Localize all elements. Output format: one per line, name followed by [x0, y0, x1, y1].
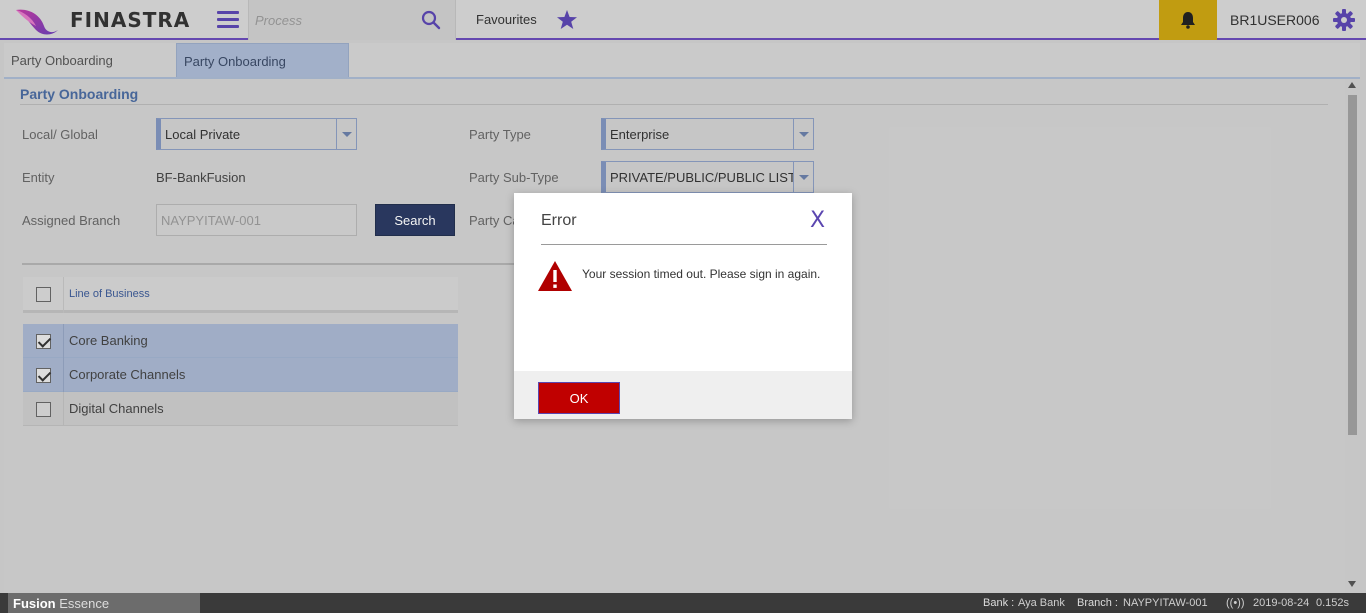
dialog-footer: OK — [514, 371, 852, 419]
dialog-message: Your session timed out. Please sign in a… — [582, 267, 821, 281]
status-date: 2019-08-24 — [1253, 597, 1310, 609]
error-dialog: Error X Your session timed out. Please s… — [514, 193, 852, 419]
bank-value: Aya Bank — [1018, 597, 1065, 609]
signal-icon: ((•)) — [1226, 597, 1245, 609]
product-name-bold: Fusion — [13, 596, 56, 611]
close-icon[interactable]: X — [810, 209, 830, 233]
product-name-rest: Essence — [59, 596, 110, 611]
dialog-divider — [541, 244, 827, 245]
status-time: 0.152s — [1316, 597, 1350, 609]
product-name: Fusion Essence — [8, 593, 200, 613]
branch-label: Branch : — [1077, 597, 1118, 609]
warning-icon — [538, 261, 572, 291]
bank-label: Bank : — [983, 597, 1015, 609]
branch-value: NAYPYITAW-001 — [1123, 597, 1208, 609]
dialog-title: Error — [541, 212, 577, 229]
ok-button[interactable]: OK — [538, 382, 620, 414]
status-bar: Fusion Essence Bank : Aya Bank Branch : … — [0, 593, 1366, 613]
